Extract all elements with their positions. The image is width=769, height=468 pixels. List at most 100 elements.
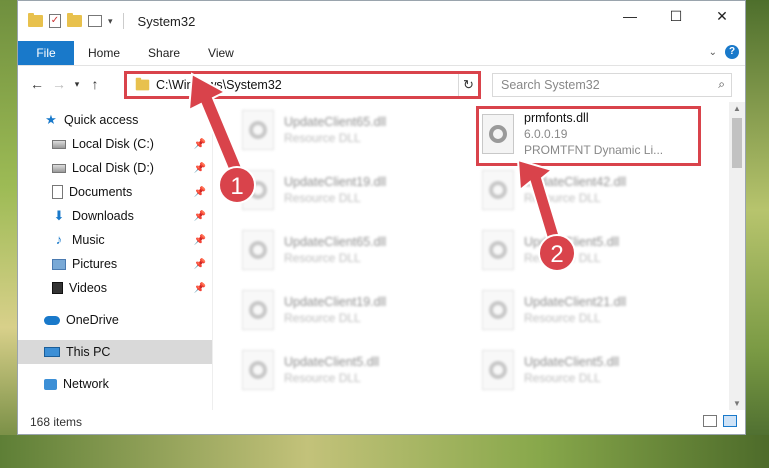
tab-share[interactable]: Share xyxy=(134,41,194,65)
sidebar-item-this-pc[interactable]: This PC xyxy=(18,340,212,364)
pin-icon[interactable]: 📌 xyxy=(194,163,206,174)
dll-file-icon xyxy=(242,290,274,330)
close-button[interactable]: ✕ xyxy=(699,1,745,31)
file-name: UpdateClient65.dll xyxy=(284,115,387,129)
pin-icon[interactable]: 📌 xyxy=(194,283,206,294)
new-folder-icon[interactable] xyxy=(67,13,82,27)
tab-home[interactable]: Home xyxy=(74,41,134,65)
details-view-icon[interactable] xyxy=(703,415,717,427)
desktop-wallpaper-left xyxy=(0,0,17,468)
help-icon[interactable]: ? xyxy=(725,45,739,59)
scrollbar-thumb[interactable] xyxy=(732,118,742,168)
sidebar-item-downloads[interactable]: ⬇ Downloads 📌 xyxy=(18,204,212,228)
forward-arrow-icon[interactable]: → xyxy=(48,76,70,92)
step-badge-1: 1 xyxy=(218,166,256,204)
up-arrow-icon[interactable]: ↑ xyxy=(84,76,106,92)
list-item[interactable]: UpdateClient65.dll Resource DLL xyxy=(242,102,462,158)
file-type: Resource DLL xyxy=(284,131,361,145)
file-type: Resource DLL xyxy=(284,311,361,325)
list-item[interactable]: UpdateClient21.dll Resource DLL xyxy=(482,282,702,338)
list-item[interactable]: UpdateClient5.dllResource DLL xyxy=(482,222,702,278)
pictures-icon xyxy=(52,258,66,270)
network-icon xyxy=(44,378,57,390)
list-item[interactable]: UpdateClient42.dll Resource DLL xyxy=(482,162,702,218)
pin-icon[interactable]: 📌 xyxy=(194,139,206,150)
pin-icon[interactable]: 📌 xyxy=(194,187,206,198)
explorer-body: ★ Quick access Local Disk (C:) 📌 Local D… xyxy=(18,102,745,410)
sidebar-item-label: Local Disk (C:) xyxy=(72,137,154,151)
annotation-highlight-address xyxy=(124,71,481,99)
list-item[interactable]: UpdateClient5.dll Resource DLL xyxy=(242,342,462,398)
navigation-pane: ★ Quick access Local Disk (C:) 📌 Local D… xyxy=(18,102,213,410)
dll-file-icon xyxy=(482,290,514,330)
file-type: Resource DLL xyxy=(284,251,361,265)
divider xyxy=(122,13,124,29)
navigation-bar: ← → ▾ ↑ C:\Windows\System32 ↻ Search Sys… xyxy=(18,66,745,102)
recent-locations-chevron-icon[interactable]: ▾ xyxy=(70,79,84,90)
sidebar-item-label: Music xyxy=(72,233,105,247)
sidebar-item-quick-access[interactable]: ★ Quick access xyxy=(18,108,212,132)
file-name: UpdateClient19.dll xyxy=(284,175,387,189)
pin-icon[interactable]: 📌 xyxy=(194,211,206,222)
sidebar-item-label: This PC xyxy=(66,345,111,359)
scroll-down-icon[interactable]: ▼ xyxy=(729,399,745,408)
window-controls: — ☐ ✕ xyxy=(607,1,745,31)
sidebar-item-label: Videos xyxy=(69,281,107,295)
file-name: UpdateClient21.dll xyxy=(524,295,627,309)
large-icons-view-icon[interactable] xyxy=(723,415,737,427)
search-input[interactable]: Search System32 ⌕ xyxy=(492,73,732,97)
tab-view[interactable]: View xyxy=(194,41,248,65)
disk-icon xyxy=(52,139,66,149)
dll-file-icon xyxy=(482,170,514,210)
sidebar-item-pictures[interactable]: Pictures 📌 xyxy=(18,252,212,276)
sidebar-item-local-disk-d[interactable]: Local Disk (D:) 📌 xyxy=(18,156,212,180)
customize-icon[interactable] xyxy=(88,15,102,27)
desktop-wallpaper-right xyxy=(746,0,769,468)
dll-file-icon xyxy=(482,230,514,270)
file-name: UpdateClient5.dll xyxy=(524,355,620,369)
sidebar-item-local-disk-c[interactable]: Local Disk (C:) 📌 xyxy=(18,132,212,156)
file-name: UpdateClient42.dll xyxy=(524,175,627,189)
tab-file[interactable]: File xyxy=(18,41,74,65)
search-icon[interactable]: ⌕ xyxy=(718,77,725,92)
sidebar-item-network[interactable]: Network xyxy=(18,372,212,396)
folder-icon[interactable] xyxy=(28,13,43,27)
dll-file-icon xyxy=(242,110,274,150)
chevron-down-icon[interactable]: ▾ xyxy=(108,16,113,27)
star-icon: ★ xyxy=(45,112,57,127)
file-type: Resource DLL xyxy=(284,371,361,385)
sidebar-item-label: OneDrive xyxy=(66,313,119,327)
vertical-scrollbar[interactable]: ▲ ▼ xyxy=(729,102,745,410)
annotation-highlight-file xyxy=(476,106,701,166)
music-icon: ♪ xyxy=(55,232,63,247)
pin-icon[interactable]: 📌 xyxy=(194,259,206,270)
sidebar-item-onedrive[interactable]: OneDrive xyxy=(18,308,212,332)
file-name: UpdateClient19.dll xyxy=(284,295,387,309)
search-placeholder: Search System32 xyxy=(501,78,600,92)
list-item[interactable]: UpdateClient5.dll Resource DLL xyxy=(482,342,702,398)
scroll-up-icon[interactable]: ▲ xyxy=(729,104,745,113)
minimize-button[interactable]: — xyxy=(607,1,653,31)
file-type: Resource DLL xyxy=(524,311,601,325)
chevron-down-icon[interactable]: ⌄ xyxy=(709,47,717,58)
file-name: UpdateClient5.dll xyxy=(284,355,380,369)
sidebar-item-label: Local Disk (D:) xyxy=(72,161,154,175)
list-item[interactable]: UpdateClient65.dll Resource DLL xyxy=(242,222,462,278)
sidebar-item-documents[interactable]: Documents 📌 xyxy=(18,180,212,204)
list-item[interactable]: UpdateClient19.dll Resource DLL xyxy=(242,282,462,338)
status-bar: 168 items xyxy=(18,410,745,434)
sidebar-item-music[interactable]: ♪ Music 📌 xyxy=(18,228,212,252)
list-item[interactable]: UpdateClient19.dll Resource DLL xyxy=(242,162,462,218)
maximize-button[interactable]: ☐ xyxy=(653,1,699,31)
pin-icon[interactable]: 📌 xyxy=(194,235,206,246)
title-bar: ✓ ▾ System32 — ☐ ✕ xyxy=(18,1,745,41)
properties-check-icon[interactable]: ✓ xyxy=(49,14,61,28)
downloads-icon: ⬇ xyxy=(53,208,65,223)
sidebar-item-videos[interactable]: Videos 📌 xyxy=(18,276,212,300)
file-type: Resource DLL xyxy=(524,371,601,385)
sidebar-item-label: Documents xyxy=(69,185,133,199)
videos-icon xyxy=(52,282,63,294)
window-title: System32 xyxy=(137,13,196,29)
disk-icon xyxy=(52,163,66,173)
back-arrow-icon[interactable]: ← xyxy=(26,76,48,92)
